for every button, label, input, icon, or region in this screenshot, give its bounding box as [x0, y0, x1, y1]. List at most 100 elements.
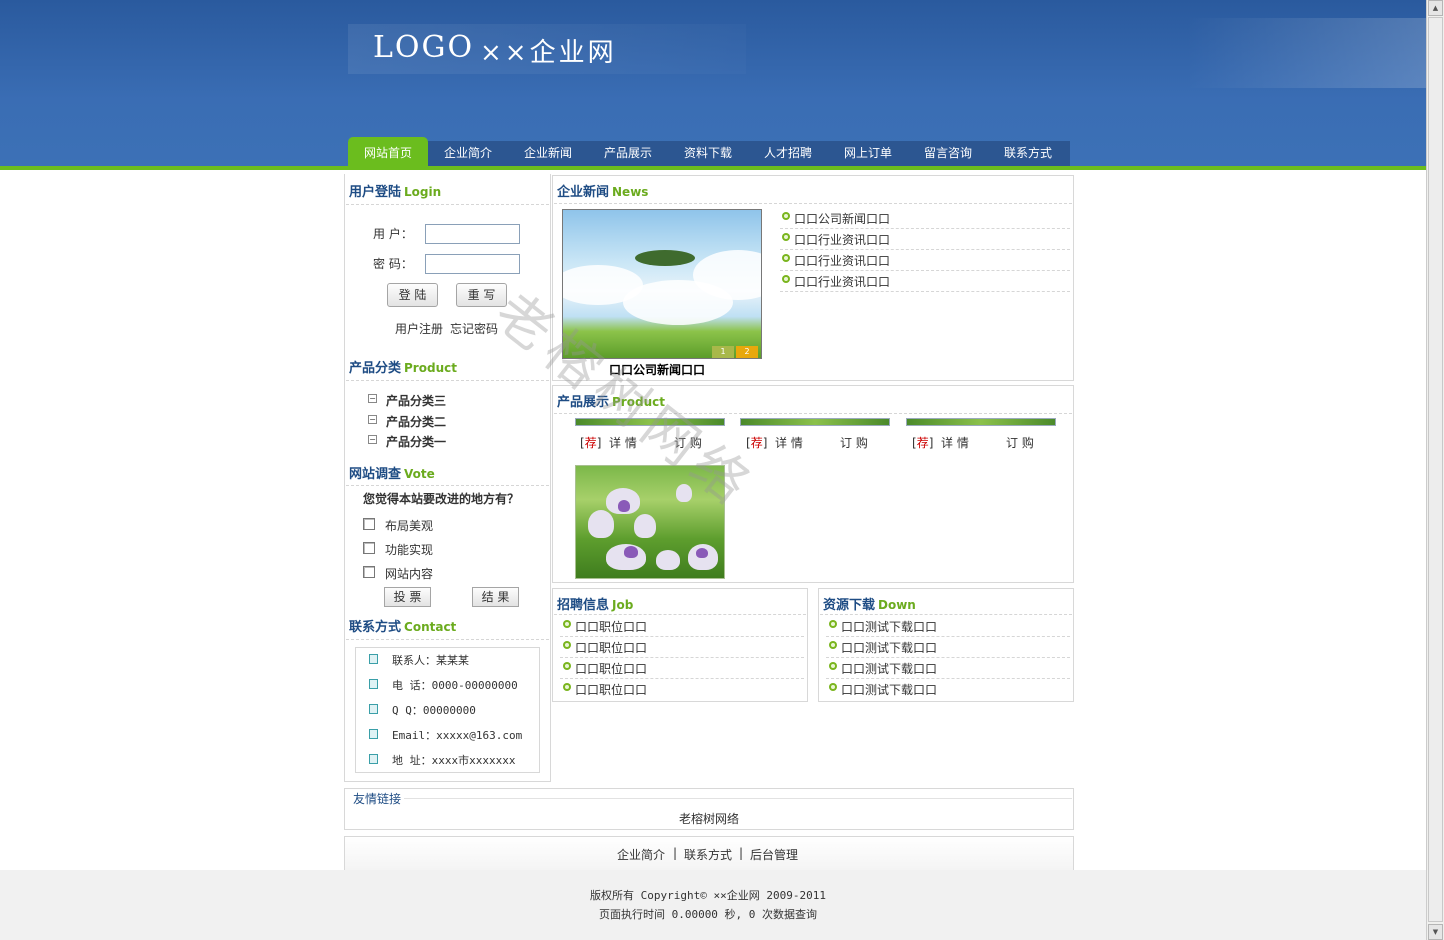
product-thumbnail[interactable]	[906, 418, 1056, 426]
nav-item-jobs[interactable]: 人才招聘	[748, 141, 828, 166]
bracket: ]	[928, 436, 934, 450]
contact-doc-icon	[369, 654, 378, 664]
news-slideshow-image[interactable]	[562, 209, 762, 359]
contact-divider	[346, 639, 549, 640]
vote-divider	[346, 485, 549, 486]
jobs-divider	[554, 614, 806, 615]
contact-title: 联系方式 Contact	[349, 616, 456, 635]
product-image-iris[interactable]	[575, 465, 725, 579]
news-image-caption[interactable]: 口口公司新闻口口	[609, 361, 705, 378]
logo[interactable]: LOGO	[373, 30, 474, 65]
product-detail-link[interactable]: 详 情	[609, 434, 637, 451]
product-order-link[interactable]: 订 购	[840, 434, 868, 451]
scroll-thumb[interactable]	[1428, 17, 1443, 922]
username-input[interactable]	[425, 224, 520, 244]
friend-link-item[interactable]: 老榕树网络	[679, 810, 739, 827]
vote-title-cn: 网站调查	[349, 467, 402, 482]
bullet-icon	[829, 641, 837, 649]
login-title-en: Login	[404, 185, 442, 199]
bullet-icon	[829, 683, 837, 691]
vote-question: 您觉得本站要改进的地方有？	[363, 492, 520, 506]
download-item[interactable]: 口口测试下载口口	[841, 639, 937, 656]
download-row-divider	[826, 657, 1070, 658]
download-row-divider	[826, 636, 1070, 637]
vertical-scrollbar[interactable]: ▲ ▼	[1426, 0, 1444, 940]
footer-link-contact[interactable]: 联系方式	[684, 846, 732, 863]
result-button[interactable]: 结 果	[472, 587, 519, 607]
login-title-cn: 用户登陆	[349, 185, 402, 200]
category-item[interactable]: 产品分类一	[386, 433, 446, 450]
job-item[interactable]: 口口职位口口	[575, 618, 647, 635]
bullet-icon	[563, 683, 571, 691]
reset-button[interactable]: 重 写	[456, 283, 507, 307]
copyright-text: 版权所有 Copyright© ××企业网 2009-2011	[590, 889, 826, 902]
category-item[interactable]: 产品分类二	[386, 413, 446, 430]
products-divider	[554, 413, 1072, 414]
bullet-icon	[829, 662, 837, 670]
product-detail-link[interactable]: 详 情	[775, 434, 803, 451]
news-divider	[554, 203, 1072, 204]
download-item[interactable]: 口口测试下载口口	[841, 681, 937, 698]
product-detail-link[interactable]: 详 情	[941, 434, 969, 451]
nav-item-news[interactable]: 企业新闻	[508, 141, 588, 166]
news-item[interactable]: 口口行业资讯口口	[794, 252, 890, 269]
nav-item-messages[interactable]: 留言咨询	[908, 141, 988, 166]
footer	[0, 870, 1426, 940]
nav-item-home[interactable]: 网站首页	[348, 137, 428, 166]
slide-number-2[interactable]: 2	[736, 346, 758, 358]
job-row-divider	[560, 636, 804, 637]
contact-doc-icon	[369, 754, 378, 764]
login-title: 用户登陆 Login	[349, 181, 441, 200]
scroll-up-arrow-icon[interactable]: ▲	[1428, 0, 1443, 16]
login-button[interactable]: 登 陆	[387, 283, 438, 307]
jobs-title-en: Job	[612, 598, 634, 612]
login-divider	[346, 204, 549, 205]
news-title-en: News	[612, 185, 649, 199]
bullet-icon	[563, 662, 571, 670]
nav-item-contact[interactable]: 联系方式	[988, 141, 1068, 166]
contact-doc-icon	[369, 704, 378, 714]
tree-collapse-icon[interactable]: −	[368, 435, 377, 444]
product-recommend-tag: [荐]	[580, 434, 601, 451]
vote-option-checkbox[interactable]	[363, 518, 375, 530]
nav-item-about[interactable]: 企业简介	[428, 141, 508, 166]
nav-item-downloads[interactable]: 资料下载	[668, 141, 748, 166]
tree-collapse-icon[interactable]: −	[368, 415, 377, 424]
bullet-icon	[563, 641, 571, 649]
download-item[interactable]: 口口测试下载口口	[841, 618, 937, 635]
vote-title-en: Vote	[404, 467, 435, 481]
download-item[interactable]: 口口测试下载口口	[841, 660, 937, 677]
footer-link-admin[interactable]: 后台管理	[750, 846, 798, 863]
product-thumbnail[interactable]	[575, 418, 725, 426]
register-link[interactable]: 用户注册	[395, 320, 443, 337]
bullet-icon	[782, 254, 790, 262]
nav-item-orders[interactable]: 网上订单	[828, 141, 908, 166]
slide-number-1[interactable]: 1	[712, 346, 734, 358]
site-name: ××企业网	[480, 38, 617, 68]
forgot-password-link[interactable]: 忘记密码	[450, 320, 498, 337]
category-item[interactable]: 产品分类三	[386, 392, 446, 409]
product-order-link[interactable]: 订 购	[674, 434, 702, 451]
recommend-mark: 荐	[750, 436, 763, 450]
product-order-link[interactable]: 订 购	[1006, 434, 1034, 451]
job-item[interactable]: 口口职位口口	[575, 639, 647, 656]
job-item[interactable]: 口口职位口口	[575, 660, 647, 677]
user-label: 用 户：	[373, 227, 413, 241]
news-item[interactable]: 口口行业资讯口口	[794, 231, 890, 248]
password-input[interactable]	[425, 254, 520, 274]
news-item[interactable]: 口口公司新闻口口	[794, 210, 890, 227]
product-thumbnail[interactable]	[740, 418, 890, 426]
news-item[interactable]: 口口行业资讯口口	[794, 273, 890, 290]
footer-link-about[interactable]: 企业简介	[617, 846, 665, 863]
bullet-icon	[829, 620, 837, 628]
vote-option-checkbox[interactable]	[363, 542, 375, 554]
bracket: ]	[596, 436, 602, 450]
nav-item-products[interactable]: 产品展示	[588, 141, 668, 166]
scroll-down-arrow-icon[interactable]: ▼	[1428, 924, 1443, 940]
news-row-divider	[780, 249, 1070, 250]
tree-collapse-icon[interactable]: −	[368, 394, 377, 403]
vote-option-checkbox[interactable]	[363, 566, 375, 578]
job-item[interactable]: 口口职位口口	[575, 681, 647, 698]
contact-email: Email：xxxxx@163.com	[392, 729, 523, 742]
vote-button[interactable]: 投 票	[384, 587, 431, 607]
